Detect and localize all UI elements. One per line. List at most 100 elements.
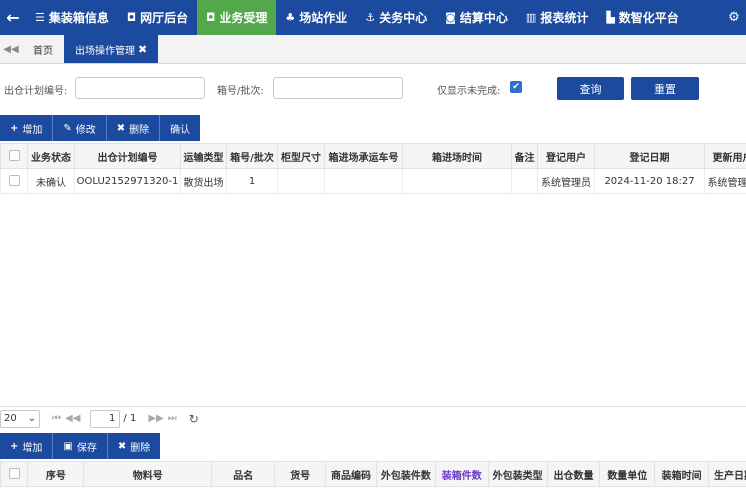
column-header[interactable]: 业务状态 <box>27 143 75 169</box>
first-page-icon[interactable]: ⏮ <box>52 413 61 424</box>
table-cell: 1 <box>226 168 278 194</box>
detail-toolbar: + 增加 ▣ 保存 ✖ 删除 <box>0 433 161 459</box>
next-page-icon[interactable]: ▶▶ <box>148 413 163 424</box>
plus-icon: + <box>10 440 19 452</box>
only-unfinished-checkbox[interactable]: ✔ <box>510 81 522 93</box>
nav-item-hall-backend[interactable]: ◘ 网厅后台 <box>118 0 197 35</box>
cubes-icon: ♣ <box>285 11 296 24</box>
only-unfinished-label: 仅显示未完成: <box>437 86 501 97</box>
column-header[interactable]: 登记用户 <box>537 143 595 169</box>
bar-chart-icon: ▥ <box>525 11 537 24</box>
column-header[interactable]: 物料号 <box>83 461 213 487</box>
nav-item-settlement[interactable]: ◙ 结算中心 <box>436 0 517 35</box>
gear-icon[interactable]: ⚙ <box>722 10 746 25</box>
column-header[interactable]: 箱号/批次 <box>226 143 278 169</box>
row-checkbox[interactable] <box>0 168 28 194</box>
nav-item-customs[interactable]: ⚓ 关务中心 <box>356 0 436 35</box>
pagination: 20 ⌄ ⏮ ◀◀ 1 / 1 ▶▶ ⏭ ↻ <box>0 406 746 430</box>
table-row[interactable]: 未确认 OOLU2152971320-1 散货出场 1 系统管理员 2024-1… <box>0 168 746 194</box>
anchor-icon: ⚓ <box>365 11 376 24</box>
nav-item-container-info[interactable]: ☰ 集装箱信息 <box>26 0 118 35</box>
column-header[interactable]: 数量单位 <box>599 461 656 487</box>
chevron-down-icon: ⌄ <box>27 413 36 424</box>
column-header[interactable]: 柜型尺寸 <box>277 143 325 169</box>
column-header[interactable]: 出仓计划编号 <box>74 143 181 169</box>
delete-button[interactable]: ✖ 删除 <box>106 115 161 141</box>
page-number-input[interactable]: 1 <box>90 409 121 428</box>
column-header[interactable]: 备注 <box>511 143 538 169</box>
column-header[interactable]: 登记日期 <box>594 143 705 169</box>
list-icon: ☰ <box>35 11 45 24</box>
plan-no-label: 出仓计划编号: <box>4 86 68 97</box>
search-bar: 出仓计划编号: 箱号/批次: 仅显示未完成: ✔ 查询 重置 <box>0 64 746 112</box>
close-icon: ✖ <box>117 440 127 452</box>
table-cell <box>324 168 403 194</box>
table-cell: 2024-11-20 18:27 <box>594 168 705 194</box>
column-header[interactable]: 商品编码 <box>325 461 377 487</box>
tab-scroll-left-icon[interactable]: ◀◀ <box>0 35 22 63</box>
table-cell: OOLU2152971320-1 <box>74 168 181 194</box>
plus-icon: + <box>10 122 19 134</box>
confirm-button[interactable]: 确认 <box>160 115 201 141</box>
column-header[interactable]: 品名 <box>211 461 276 487</box>
reset-button[interactable]: 重置 <box>631 77 699 100</box>
main-toolbar: + 增加 ✎ 修改 ✖ 删除 确认 <box>0 115 201 141</box>
close-icon: ✖ <box>116 122 126 134</box>
table-cell: 未确认 <box>27 168 75 194</box>
prev-page-icon[interactable]: ◀◀ <box>65 413 80 424</box>
tab-exit-ops[interactable]: 出场操作管理 ✖ <box>64 35 159 63</box>
column-header[interactable]: 箱进场时间 <box>402 143 512 169</box>
detail-add-button[interactable]: + 增加 <box>0 433 54 459</box>
column-header[interactable]: 序号 <box>27 461 85 487</box>
nav-item-digital[interactable]: ▙ 数智化平台 <box>597 0 687 35</box>
edit-button[interactable]: ✎ 修改 <box>53 115 107 141</box>
table-header: 业务状态 出仓计划编号 运输类型 箱号/批次 柜型尺寸 箱进场承运车号 箱进场时… <box>0 143 746 169</box>
box-no-input[interactable] <box>273 77 403 99</box>
table-cell <box>277 168 325 194</box>
area-chart-icon: ▙ <box>606 11 615 24</box>
page-size-select[interactable]: 20 ⌄ <box>0 409 40 428</box>
top-nav: ← ☰ 集装箱信息 ◘ 网厅后台 ◘ 业务受理 ♣ 场站作业 ⚓ 关务中心 ◙ 结算中心 ▥… <box>0 0 746 35</box>
refresh-icon[interactable]: ↻ <box>189 412 199 426</box>
column-header[interactable]: 货号 <box>274 461 327 487</box>
table-cell <box>511 168 538 194</box>
money-icon: ◙ <box>445 11 456 24</box>
column-header[interactable]: 生产日期 <box>708 461 746 487</box>
tab-bar: ◀◀ 首页 出场操作管理 ✖ <box>0 35 746 64</box>
table-cell: 散货出场 <box>180 168 227 194</box>
add-button[interactable]: + 增加 <box>0 115 54 141</box>
detail-table: 序号 物料号 品名 货号 商品编码 外包装件数 装箱件数 外包装类型 出仓数量 … <box>0 461 746 487</box>
column-header[interactable]: 外包装类型 <box>487 461 548 487</box>
window-icon: ◘ <box>126 11 137 24</box>
last-page-icon[interactable]: ⏭ <box>168 413 177 424</box>
nav-item-reports[interactable]: ▥ 报表统计 <box>517 0 597 35</box>
column-header[interactable]: 箱进场承运车号 <box>324 143 403 169</box>
column-header[interactable]: 装箱件数 <box>434 461 489 487</box>
plan-no-input[interactable] <box>75 77 205 99</box>
column-header[interactable]: 装箱时间 <box>654 461 710 487</box>
detail-delete-button[interactable]: ✖ 删除 <box>107 433 161 459</box>
tab-home[interactable]: 首页 <box>22 35 64 63</box>
column-header[interactable]: 更新用户 <box>704 143 746 169</box>
table-cell <box>402 168 512 194</box>
table-cell: 系统管理员 <box>704 168 746 194</box>
save-icon: ▣ <box>63 440 73 452</box>
box-no-label: 箱号/批次: <box>217 86 264 97</box>
column-header[interactable]: 出仓数量 <box>546 461 601 487</box>
table-header: 序号 物料号 品名 货号 商品编码 外包装件数 装箱件数 外包装类型 出仓数量 … <box>0 461 746 487</box>
nav-item-yard-ops[interactable]: ♣ 场站作业 <box>276 0 356 35</box>
table-cell: 系统管理员 <box>537 168 595 194</box>
pencil-icon: ✎ <box>63 122 72 134</box>
close-icon[interactable]: ✖ <box>138 43 147 56</box>
exit-plan-table: 业务状态 出仓计划编号 运输类型 箱号/批次 柜型尺寸 箱进场承运车号 箱进场时… <box>0 143 746 194</box>
detail-save-button[interactable]: ▣ 保存 <box>53 433 108 459</box>
total-pages: / 1 <box>123 413 137 424</box>
column-header[interactable]: 外包装件数 <box>375 461 436 487</box>
nav-item-business[interactable]: ◘ 业务受理 <box>197 0 277 35</box>
back-arrow-icon[interactable]: ← <box>0 0 26 35</box>
window-icon: ◘ <box>206 11 216 24</box>
select-all-checkbox[interactable] <box>0 143 28 169</box>
query-button[interactable]: 查询 <box>557 77 624 100</box>
column-header[interactable]: 运输类型 <box>180 143 227 169</box>
select-all-checkbox[interactable] <box>0 461 29 487</box>
